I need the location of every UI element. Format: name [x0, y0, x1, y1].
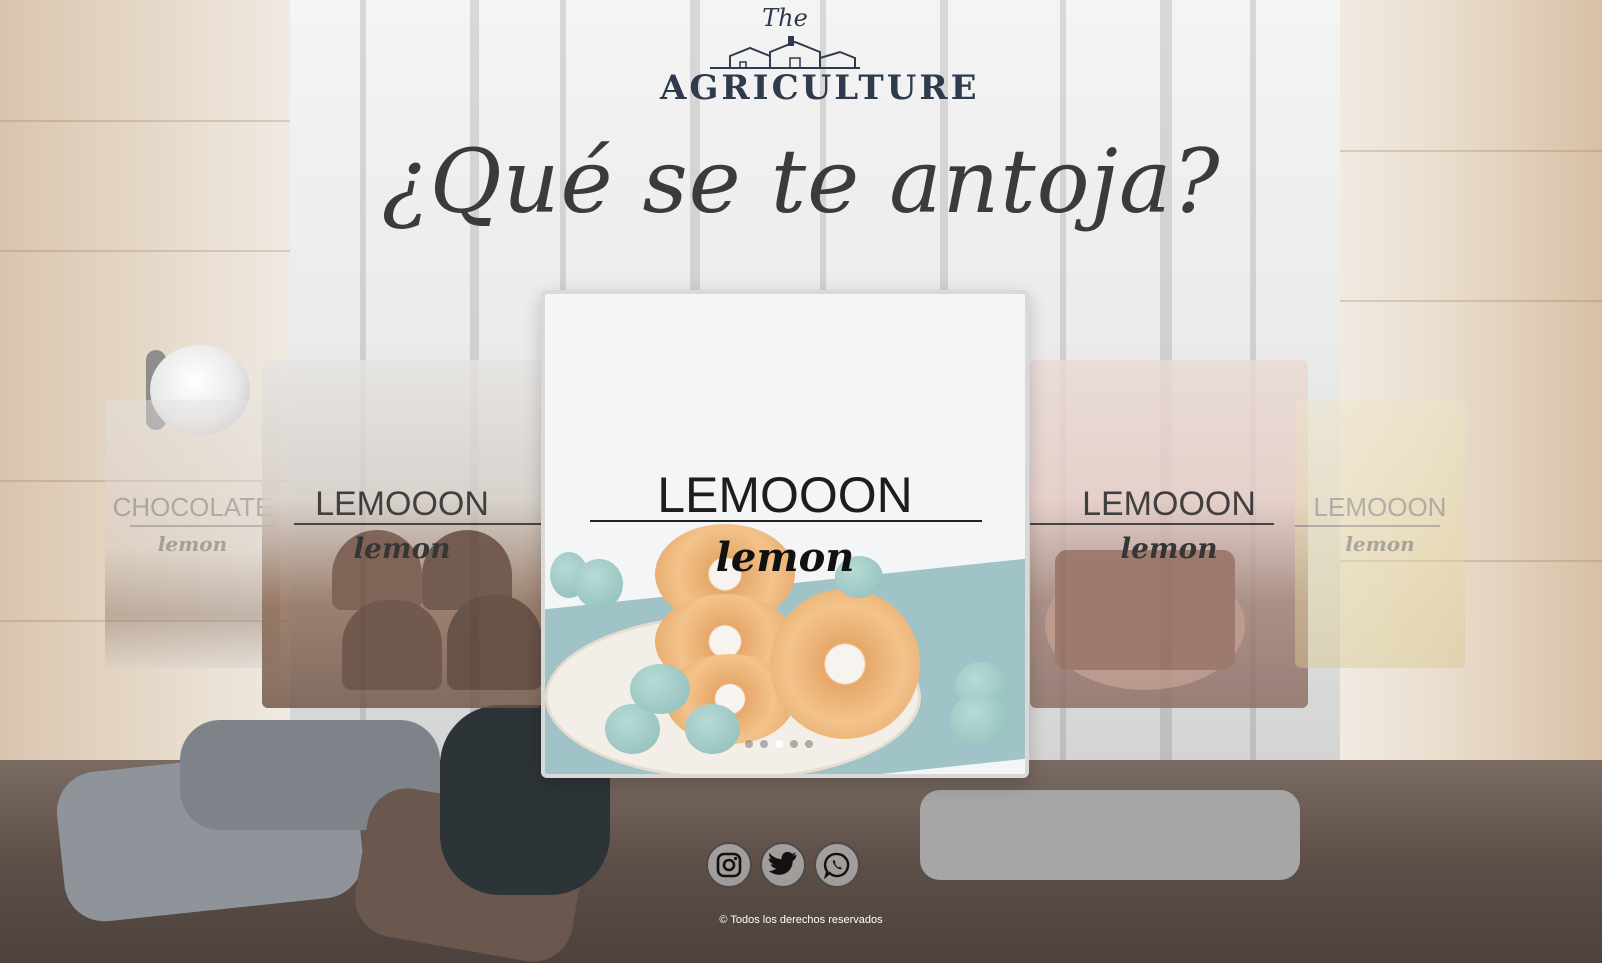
slide-title: LEMOOON: [1313, 492, 1447, 522]
carousel-dot-1[interactable]: [745, 740, 753, 748]
slide-title: LEMOOON: [657, 467, 913, 523]
whatsapp-icon: [823, 852, 850, 879]
carousel-slide-cake[interactable]: LEMOOON lemon: [1030, 360, 1308, 708]
carousel-dot-4[interactable]: [790, 740, 798, 748]
brand-logo[interactable]: The AGRICULTURE: [660, 4, 980, 108]
twitter-link[interactable]: [760, 842, 806, 888]
carousel-dot-2[interactable]: [760, 740, 768, 748]
slide-subtitle: lemon: [715, 534, 855, 581]
page-headline: ¿Qué se te antoja?: [381, 130, 1221, 233]
instagram-icon: [716, 852, 742, 878]
logo-the-text: The: [762, 4, 808, 32]
carousel-slide-muffins[interactable]: LEMOOON lemon: [262, 360, 542, 708]
carousel-slide-chocolate[interactable]: CHOCOLATE lemon: [105, 400, 280, 668]
whatsapp-link[interactable]: [814, 842, 860, 888]
slide-title: LEMOOON: [1082, 485, 1256, 523]
social-links: [706, 842, 860, 888]
slide-subtitle: lemon: [1120, 532, 1218, 565]
carousel-slide-active-donuts[interactable]: LEMOOON lemon: [541, 290, 1029, 778]
carousel-pagination: [745, 740, 825, 750]
slide-title: LEMOOON: [315, 485, 489, 523]
instagram-link[interactable]: [706, 842, 752, 888]
footer-copyright: © Todos los derechos reservados: [719, 914, 883, 926]
carousel-dot-3-active[interactable]: [775, 740, 783, 748]
slide-subtitle: lemon: [353, 532, 451, 565]
twitter-icon: [768, 851, 797, 875]
slide-title: CHOCOLATE: [112, 492, 273, 522]
logo-brand-text: AGRICULTURE: [660, 68, 980, 108]
slide-subtitle: lemon: [1345, 532, 1415, 556]
slide-subtitle: lemon: [157, 532, 228, 556]
carousel-slide-lemon-far[interactable]: LEMOOON lemon: [1295, 400, 1465, 668]
carousel-dot-5[interactable]: [805, 740, 813, 748]
